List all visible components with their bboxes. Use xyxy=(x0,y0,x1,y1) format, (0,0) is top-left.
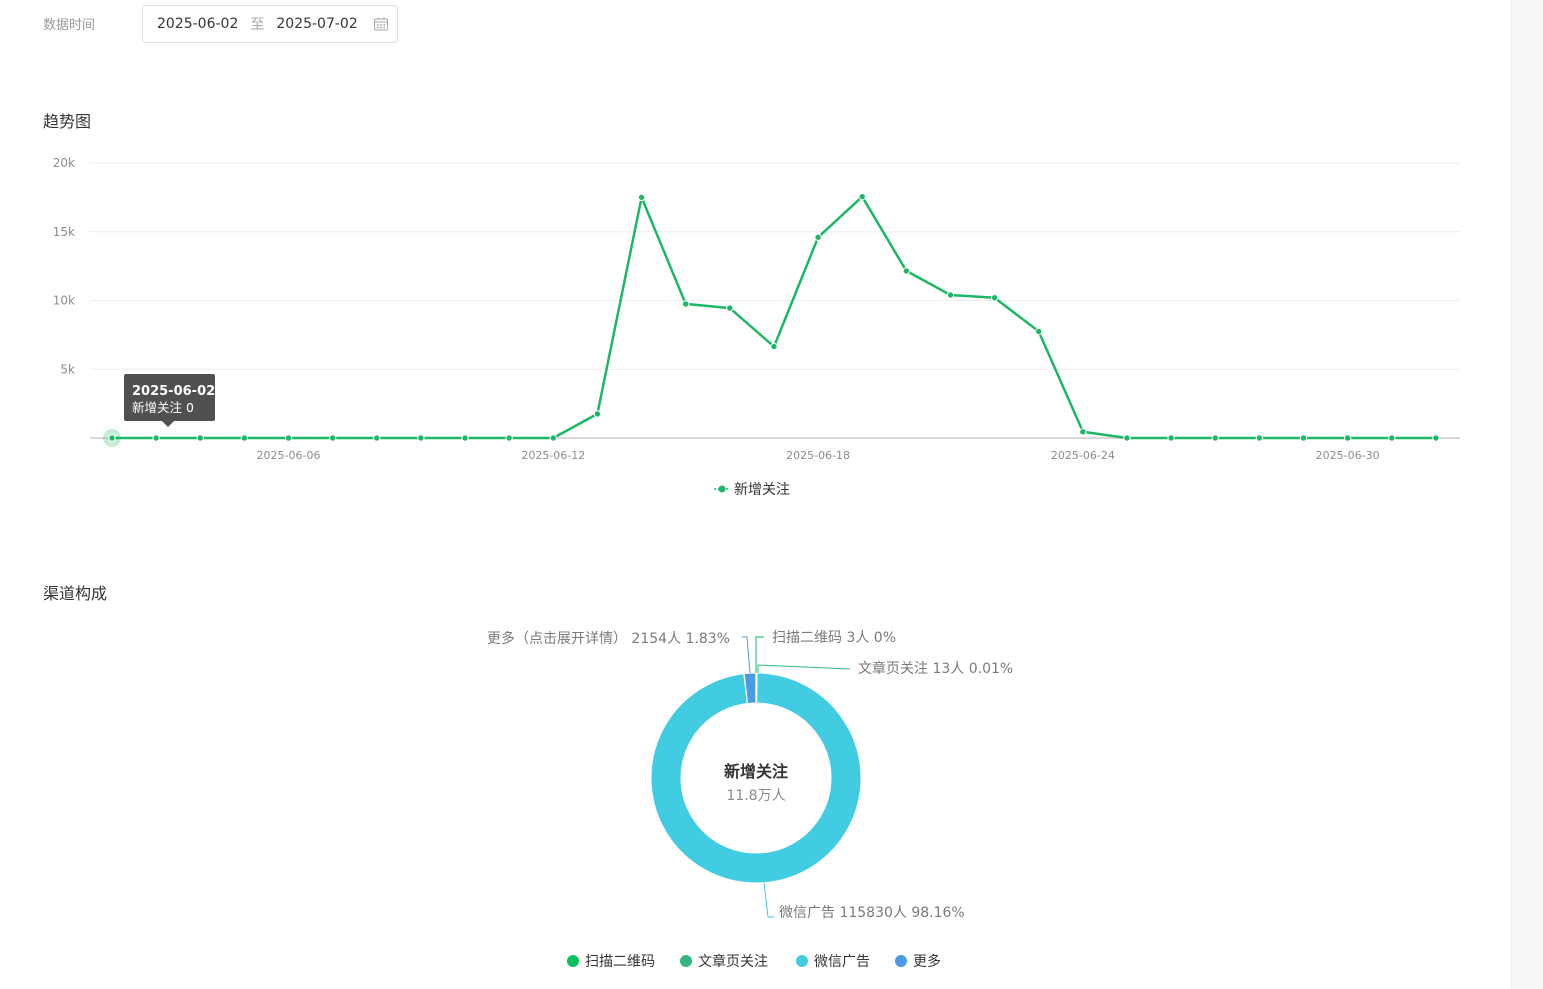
channel-section-title: 渠道构成 xyxy=(43,584,108,603)
y-tick-label: 20k xyxy=(53,156,75,170)
data-point xyxy=(196,434,204,442)
series-line xyxy=(112,195,1436,440)
data-point xyxy=(593,410,602,418)
data-point xyxy=(770,342,778,351)
channel-donut-chart[interactable]: 扫描二维码 3人 0% 文章页关注 13人 0.01% 微信广告 115830人 9… xyxy=(400,605,1120,935)
data-point xyxy=(637,193,646,202)
legend-dot xyxy=(680,955,692,967)
data-point xyxy=(681,300,690,308)
data-point xyxy=(284,434,293,442)
data-point xyxy=(1035,327,1043,336)
data-point xyxy=(1255,434,1264,442)
data-point xyxy=(549,434,557,442)
end-date-input[interactable]: 2025-07-02 xyxy=(276,16,357,32)
date-separator: 至 xyxy=(250,17,265,33)
y-tick-label: 10k xyxy=(53,294,75,308)
legend-label: 扫描二维码 xyxy=(585,954,655,970)
label-line xyxy=(757,664,851,673)
tooltip-arrow xyxy=(162,421,174,427)
calendar-icon[interactable] xyxy=(373,16,389,32)
data-point xyxy=(108,434,116,442)
data-point xyxy=(1388,434,1396,442)
tooltip-value: 新增关注 0 xyxy=(132,400,194,415)
legend-item[interactable]: 文章页关注 xyxy=(680,951,768,971)
data-point xyxy=(814,233,822,241)
data-point xyxy=(990,294,999,302)
data-point xyxy=(461,434,469,442)
donut-center-value: 11.8万人 xyxy=(726,788,785,804)
slice-label: 微信广告 115830人 98.16% xyxy=(779,905,965,921)
data-point xyxy=(1432,434,1440,442)
legend-item[interactable]: 更多 xyxy=(895,951,941,971)
trend-section-title: 趋势图 xyxy=(43,112,92,131)
data-point xyxy=(946,291,955,299)
legend-dot xyxy=(567,955,579,967)
data-point xyxy=(1167,434,1175,442)
data-point xyxy=(902,267,911,275)
legend-marker xyxy=(718,485,726,493)
scrollbar-track[interactable] xyxy=(1511,0,1543,989)
data-point xyxy=(152,434,160,442)
data-point xyxy=(858,192,866,201)
x-tick-label: 2025-06-18 xyxy=(786,449,850,462)
legend-label: 更多 xyxy=(913,954,941,970)
legend-label: 新增关注 xyxy=(734,482,790,498)
data-point xyxy=(373,434,381,442)
data-point xyxy=(726,304,734,312)
slice-label: 扫描二维码 3人 0% xyxy=(772,630,896,646)
channel-analysis-page: 数据时间 2025-06-02 至 2025-07-02 趋势图 5k 10k 15… xyxy=(0,0,1543,989)
data-point xyxy=(328,434,337,442)
data-point xyxy=(1211,434,1219,442)
tooltip-date: 2025-06-02 xyxy=(132,384,215,399)
x-tick-label: 2025-06-12 xyxy=(521,449,585,462)
slice-label: 文章页关注 13人 0.01% xyxy=(858,660,1013,677)
legend-item[interactable]: 微信广告 xyxy=(796,951,870,971)
trend-line-chart[interactable]: 5k 10k 15k 20k 2025-06-06 2025-06-12 2025-06-1… xyxy=(0,140,1500,510)
data-point xyxy=(1299,434,1308,442)
start-date-input[interactable]: 2025-06-02 xyxy=(157,16,238,32)
data-point xyxy=(1079,428,1087,436)
date-filter-label: 数据时间 xyxy=(43,18,96,33)
legend-dot xyxy=(796,955,808,967)
donut-center-title: 新增关注 xyxy=(724,762,788,781)
legend-item[interactable]: 扫描二维码 xyxy=(567,951,655,971)
legend-label: 文章页关注 xyxy=(698,954,768,970)
x-tick-label: 2025-06-24 xyxy=(1051,449,1115,462)
y-tick-label: 5k xyxy=(60,362,75,376)
data-point xyxy=(240,434,249,442)
label-line xyxy=(755,636,764,673)
data-point xyxy=(505,434,513,442)
legend-dot xyxy=(895,955,907,967)
data-point xyxy=(1123,434,1131,442)
legend-label: 微信广告 xyxy=(814,954,870,970)
label-line xyxy=(742,636,751,674)
label-line xyxy=(763,882,774,918)
date-range-picker[interactable]: 2025-06-02 至 2025-07-02 xyxy=(142,5,398,43)
data-point xyxy=(417,434,425,442)
y-tick-label: 15k xyxy=(53,225,75,239)
data-point xyxy=(1343,434,1352,442)
x-tick-label: 2025-06-06 xyxy=(257,449,321,462)
slice-label: 更多（点击展开详情） 2154人 1.83% xyxy=(487,630,730,647)
x-tick-label: 2025-06-30 xyxy=(1316,449,1380,462)
